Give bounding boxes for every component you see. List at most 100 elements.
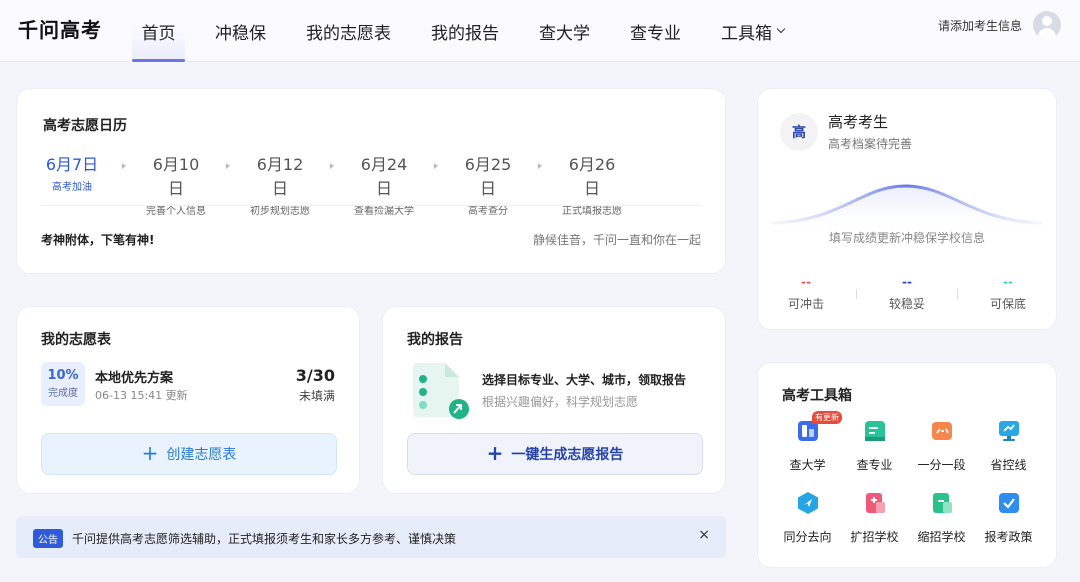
plan-unfilled-status: 未填满 <box>298 389 335 403</box>
wishlist-card: 我的志愿表 10% 完成度 本地优先方案 06-13 15:41 更新 3/30… <box>16 306 360 494</box>
stat-reach-value: -- <box>801 275 811 289</box>
main-nav: 首页 冲稳保 我的志愿表 我的报告 查大学 查专业 工具箱 <box>132 0 786 62</box>
tool-label: 同分去向 <box>783 530 832 544</box>
step-date: 6月10日 <box>152 155 200 198</box>
same-score-icon <box>797 492 818 514</box>
calendar-step[interactable]: 6月12日 初步规划志愿 <box>249 151 311 217</box>
nav-my-report-label: 我的报告 <box>431 23 499 44</box>
policy-icon <box>998 493 1019 513</box>
completion-percent: 10% <box>47 368 79 383</box>
stat-match-label: 较稳妥 <box>888 297 925 311</box>
tool-policy[interactable]: 报考政策 <box>975 487 1042 545</box>
step-label: 高考加油 <box>52 182 92 193</box>
divider <box>41 205 701 206</box>
nav-search-major[interactable]: 查专业 <box>630 0 681 62</box>
report-document-icon <box>413 363 469 419</box>
nav-my-report[interactable]: 我的报告 <box>431 0 499 62</box>
stat-safety-label: 可保底 <box>989 297 1026 311</box>
toolbox-card: 高考工具箱 有更新 查大学 查专业 一分一段 省控线 同分去向 扩招学校 缩招学… <box>757 362 1057 568</box>
calendar-step[interactable]: 6月26日 正式填报志愿 <box>561 151 623 217</box>
calendar-wish: 静候佳音，千问一直和你在一起 <box>532 233 701 247</box>
step-date: 6月24日 <box>360 155 408 198</box>
control-line-icon <box>998 421 1019 441</box>
nav-search-university[interactable]: 查大学 <box>539 0 590 62</box>
toolbox-title: 高考工具箱 <box>782 388 852 404</box>
score-segment-icon <box>931 422 952 440</box>
tool-reduction[interactable]: 缩招学校 <box>908 487 975 545</box>
nav-search-university-label: 查大学 <box>539 23 590 44</box>
nav-home-label: 首页 <box>141 23 176 44</box>
calendar-step[interactable]: 6月24日 查看捡漏大学 <box>353 151 415 217</box>
report-card: 我的报告 选择目标专业、大学、城市，领取报告 根据兴趣偏好，科学规划志愿 + 一… <box>382 306 726 494</box>
app-logo[interactable]: 千问高考 <box>18 14 102 43</box>
notice-bar: 公告 千问提供高考志愿筛选辅助，正式填报须考生和家长多方参考、谨慎决策 × <box>16 516 726 558</box>
calendar-step[interactable]: 6月7日 高考加油 <box>41 151 103 193</box>
wishlist-title: 我的志愿表 <box>41 332 111 348</box>
tool-search-major[interactable]: 查专业 <box>841 415 908 473</box>
nav-chongwenbao[interactable]: 冲稳保 <box>215 0 266 62</box>
step-date: 6月7日 <box>45 155 99 174</box>
generate-report-button[interactable]: + 一键生成志愿报告 <box>407 433 703 475</box>
reduction-icon <box>932 493 952 513</box>
tool-label: 报考政策 <box>984 530 1033 544</box>
curve-hint: 填写成绩更新冲稳保学校信息 <box>828 231 985 245</box>
nav-toolbox[interactable]: 工具箱 <box>721 0 786 62</box>
nav-my-wishlist[interactable]: 我的志愿表 <box>306 0 391 62</box>
tool-search-university[interactable]: 有更新 查大学 <box>774 411 842 473</box>
completion-label: 完成度 <box>48 388 78 399</box>
notice-text: 千问提供高考志愿筛选辅助，正式填报须考生和家长多方参考、谨慎决策 <box>72 532 457 546</box>
close-icon[interactable]: × <box>698 527 710 543</box>
completion-badge: 10% 完成度 <box>41 362 85 406</box>
tool-label: 缩招学校 <box>917 530 966 544</box>
stat-match-value: -- <box>902 275 912 289</box>
report-title: 我的报告 <box>407 332 463 348</box>
tool-expansion[interactable]: 扩招学校 <box>841 487 908 545</box>
arrow-right-icon <box>122 163 126 169</box>
create-wishlist-button[interactable]: + 创建志愿表 <box>41 433 337 475</box>
stat-reach[interactable]: -- 可冲击 <box>772 275 840 312</box>
major-icon <box>864 421 885 441</box>
update-badge: 有更新 <box>812 411 842 424</box>
step-date: 6月26日 <box>568 155 616 198</box>
toolbox-grid: 有更新 查大学 查专业 一分一段 省控线 同分去向 扩招学校 缩招学校 报考政策 <box>774 411 1050 545</box>
tool-control-line[interactable]: 省控线 <box>975 415 1042 473</box>
calendar-step[interactable]: 6月25日 高考查分 <box>457 151 519 217</box>
avatar-user-icon <box>1042 16 1052 26</box>
tool-label: 扩招学校 <box>850 530 899 544</box>
calendar-step[interactable]: 6月10日 完善个人信息 <box>145 151 207 217</box>
nav-search-major-label: 查专业 <box>630 23 681 44</box>
expansion-icon <box>865 493 885 513</box>
tool-same-score[interactable]: 同分去向 <box>774 487 841 545</box>
stat-match[interactable]: -- 较稳妥 <box>873 275 941 312</box>
nav-home[interactable]: 首页 <box>132 0 185 62</box>
add-candidate-info-link[interactable]: 请添加考生信息 <box>938 17 1022 34</box>
divider <box>856 289 857 299</box>
divider <box>957 289 958 299</box>
step-date: 6月25日 <box>464 155 512 198</box>
nav-chongwenbao-label: 冲稳保 <box>215 23 266 44</box>
stat-safety[interactable]: -- 可保底 <box>974 275 1042 312</box>
notice-tag: 公告 <box>33 529 63 548</box>
top-navbar: 千问高考 首页 冲稳保 我的志愿表 我的报告 查大学 查专业 工具箱 请添加考生… <box>0 0 1080 62</box>
arrow-right-icon <box>434 163 438 169</box>
avatar-user-body <box>1038 28 1056 39</box>
plan-name[interactable]: 本地优先方案 <box>95 367 173 386</box>
tool-label: 一分一段 <box>917 458 966 472</box>
stat-safety-value: -- <box>1003 275 1013 289</box>
plus-icon: + <box>486 441 504 465</box>
report-description: 选择目标专业、大学、城市，领取报告 <box>482 373 687 387</box>
arrow-right-icon <box>330 163 334 169</box>
avatar[interactable] <box>1033 11 1061 39</box>
plus-icon: + <box>141 441 159 465</box>
nav-toolbox-label: 工具箱 <box>721 23 772 44</box>
profile-card: 高 高考考生 高考档案待完善 填写成绩更新冲稳保学校信息 -- 可冲击 -- 较… <box>757 88 1057 330</box>
chevron-down-icon <box>776 24 786 34</box>
step-date: 6月12日 <box>256 155 304 198</box>
report-subdescription: 根据兴趣偏好，科学规划志愿 <box>482 395 639 409</box>
tool-score-segment[interactable]: 一分一段 <box>908 415 975 473</box>
tool-label: 查专业 <box>856 458 893 472</box>
arrow-right-icon <box>538 163 542 169</box>
profile-name[interactable]: 高考考生 <box>828 111 888 132</box>
arrow-right-icon <box>226 163 230 169</box>
calendar-card: 高考志愿日历 6月7日 高考加油 6月10日 完善个人信息 6月12日 初步规划… <box>16 88 726 274</box>
